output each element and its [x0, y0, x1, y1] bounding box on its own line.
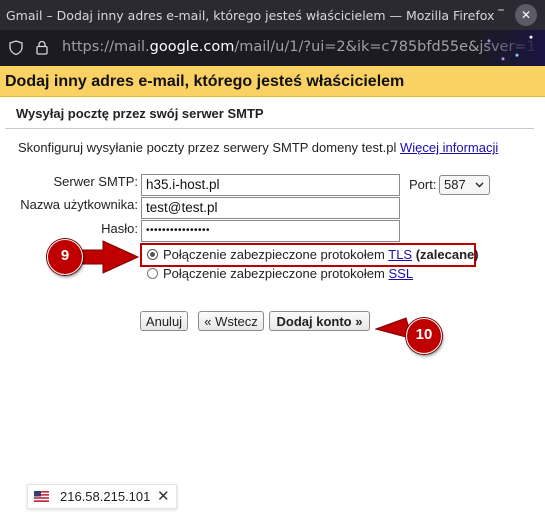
close-window-icon[interactable]: ✕	[515, 4, 537, 26]
section-title: Wysyłaj pocztę przez swój serwer SMTP	[16, 106, 264, 121]
us-flag-icon	[34, 491, 49, 502]
smtp-server-label: Serwer SMTP:	[53, 174, 138, 189]
window-title: Gmail – Dodaj inny adres e-mail, którego…	[6, 8, 495, 23]
ip-indicator: 216.58.215.101 ✕	[27, 484, 177, 509]
more-info-link[interactable]: Więcej informacji	[400, 140, 498, 155]
step-10-badge: 10	[406, 318, 442, 354]
shield-icon[interactable]	[9, 40, 23, 55]
ssl-link[interactable]: SSL	[388, 266, 413, 281]
lock-icon[interactable]	[36, 40, 48, 55]
tls-option-label[interactable]: Połączenie zabezpieczone protokołem TLS …	[163, 247, 479, 262]
address-bar[interactable]: https://mail.google.com/mail/u/1/?ui=2&i…	[0, 30, 545, 66]
password-label: Hasło:	[101, 221, 138, 236]
section-header: Wysyłaj pocztę przez swój serwer SMTP	[5, 98, 534, 129]
dialog-title: Dodaj inny adres e-mail, którego jesteś …	[5, 73, 405, 90]
ssl-option-label[interactable]: Połączenie zabezpieczone protokołem SSL	[163, 266, 413, 281]
recommended-label: (zalecane)	[415, 247, 479, 262]
window-titlebar: Gmail – Dodaj inny adres e-mail, którego…	[0, 0, 545, 30]
cancel-button[interactable]: Anuluj	[140, 311, 188, 331]
close-icon[interactable]: ✕	[157, 487, 170, 505]
tls-link[interactable]: TLS	[388, 247, 412, 262]
chevron-down-icon	[475, 182, 484, 188]
url-text[interactable]: https://mail.google.com/mail/u/1/?ui=2&i…	[62, 39, 536, 55]
port-value: 587	[444, 177, 466, 192]
ip-address: 216.58.215.101	[60, 489, 151, 504]
port-label: Port:	[409, 177, 437, 192]
username-label: Nazwa użytkownika:	[20, 197, 138, 212]
username-input[interactable]: test@test.pl	[141, 197, 400, 219]
theme-decoration	[475, 30, 545, 66]
step-9-badge: 9	[47, 239, 83, 275]
intro-text: Skonfiguruj wysyłanie poczty przez serwe…	[18, 140, 499, 155]
back-button[interactable]: « Wstecz	[198, 311, 264, 331]
port-select[interactable]: 587	[439, 175, 490, 195]
minimize-icon[interactable]: –	[491, 2, 511, 22]
ssl-radio[interactable]	[147, 268, 158, 279]
dialog-header: Dodaj inny adres e-mail, którego jesteś …	[0, 66, 545, 97]
tls-radio[interactable]	[147, 249, 158, 260]
password-input[interactable]: ••••••••••••••••	[141, 220, 400, 242]
add-account-button[interactable]: Dodaj konto »	[269, 311, 370, 331]
smtp-server-input[interactable]: h35.i-host.pl	[141, 174, 400, 196]
